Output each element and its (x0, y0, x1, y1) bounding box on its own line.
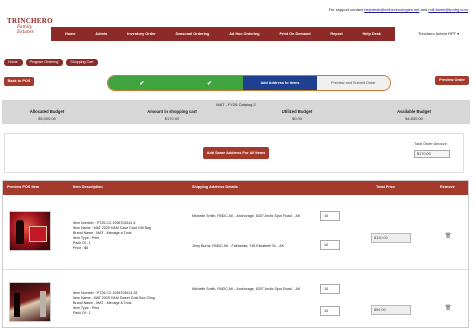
pack-of: Pack Of : 1 (73, 311, 91, 315)
breadcrumb: Home Program Ordering Shopping Cart (4, 59, 99, 66)
nav-report[interactable]: Report (330, 32, 342, 36)
quantity-input[interactable]: 10 (320, 240, 340, 250)
same-address-button[interactable]: Add Same Address For All Items (203, 147, 269, 159)
available-budget-value: $4,830.00 (405, 116, 423, 121)
available-budget: Available Budget $4,830.00 (369, 109, 459, 121)
checkout-stepper: ✔ ✔ Add Address to Items Preview and Sub… (107, 75, 391, 91)
breadcrumb-shopping-cart[interactable]: Shopping Cart (66, 59, 99, 66)
gift-box-image (29, 226, 47, 242)
header-description: Item Description (73, 185, 103, 189)
cart-table: Preview POS Item Item Description Shippi… (2, 180, 469, 328)
bottle-image (40, 291, 46, 317)
total-order-field: $170.00 (414, 150, 450, 158)
support-contact: For support contact helpdesk@ecihecknolo… (0, 7, 468, 12)
trash-icon[interactable]: 🗑 (445, 305, 451, 311)
item-description: Item Number : PT26-C2-1098704514 6 Item … (73, 221, 151, 251)
step-preview-submit: Preview and Submit Order (316, 76, 390, 90)
bottle-image (14, 293, 20, 317)
chevron-down-icon: ▾ (457, 31, 460, 36)
row-divider (3, 269, 468, 270)
item-description: Item Number : PT26-C2-1098704514 28 Item… (73, 291, 155, 316)
logo-tagline: Family Estates (17, 25, 34, 35)
total-price-field: $120.00 (371, 233, 411, 243)
header-remove: Remove (440, 185, 455, 189)
nav-admin[interactable]: Admin (95, 32, 107, 36)
support-email-link-1[interactable]: helpdesk@ecihecknologies.net (364, 7, 419, 12)
product-image[interactable] (9, 211, 51, 251)
company-logo[interactable]: TRINCHERO Family Estates (7, 17, 53, 35)
product-image[interactable] (9, 282, 51, 322)
utilized-budget: Utilized Budget $0.00 (252, 109, 342, 121)
bottle-image (16, 220, 24, 244)
table-row: Item Number : PT26-C2-1098704514 28 Item… (7, 276, 465, 327)
cart-amount: Amount in shopping cart $170.00 (127, 109, 217, 121)
shipping-address: Jerry Burns, RNDC AK - Fairbanks, 745 El… (192, 244, 285, 248)
nav-print-on-demand[interactable]: Print On Demand (280, 32, 311, 36)
main-nav: Home Admin Inventory Order Seasonal Orde… (51, 27, 395, 41)
step-1-complete: ✔ (108, 76, 176, 90)
step-add-address: Add Address to Items (243, 76, 317, 90)
quantity-input[interactable]: 10 (320, 284, 340, 294)
total-price-field: $50.00 (371, 305, 411, 315)
catalog-title: MAT - FY26 Catalog 2 (216, 102, 256, 107)
allocated-budget-value: $5,000.00 (38, 116, 56, 121)
quantity-input[interactable]: 10 (320, 211, 340, 221)
header-total-price: Total Price (376, 185, 396, 189)
nav-help-desk[interactable]: Help Desk (363, 32, 381, 36)
header-shipping: Shipping Address Details (192, 185, 238, 189)
breadcrumb-home[interactable]: Home (4, 59, 23, 66)
table-header: Preview POS Item Item Description Shippi… (3, 181, 468, 195)
utilized-budget-label: Utilized Budget (281, 109, 313, 114)
user-name: Trinchero Admin RPT (418, 31, 457, 36)
total-order-label: Total Order Amount (414, 142, 447, 146)
budget-summary: MAT - FY26 Catalog 2 Allocated Budget $5… (2, 100, 470, 124)
support-email-link-2[interactable]: mill.flame@tpnbg.com (428, 7, 468, 12)
support-prefix: For support contact (328, 7, 364, 12)
available-budget-label: Available Budget (397, 109, 431, 114)
quantity-input[interactable]: 10 (320, 306, 340, 316)
header-preview: Preview POS Item (7, 185, 40, 189)
allocated-budget-label: Allocated Budget (29, 109, 65, 114)
trash-icon[interactable]: 🗑 (445, 233, 451, 239)
step-2-complete: ✔ (175, 76, 244, 90)
shipping-address: Michelle Smith, RNDC AK - Anchorage, 630… (192, 214, 301, 218)
allocated-budget: Allocated Budget $5,000.00 (2, 109, 92, 121)
utilized-budget-value: $0.00 (291, 116, 302, 121)
preview-order-button[interactable]: Preview Order (435, 76, 469, 85)
cart-amount-label: Amount in shopping cart (147, 109, 197, 114)
nav-home[interactable]: Home (65, 32, 76, 36)
user-menu[interactable]: Trinchero Admin RPT ▾ (418, 31, 459, 36)
item-price: Price : $6 (73, 246, 89, 250)
back-to-pos-button[interactable]: Back to POS (4, 77, 34, 86)
breadcrumb-program-ordering[interactable]: Program Ordering (25, 59, 64, 66)
nav-ad-hoc-ordering[interactable]: Ad Hoc Ordering (229, 32, 259, 36)
nav-seasonal-ordering[interactable]: Seasonal Ordering (176, 32, 210, 36)
cart-amount-value: $170.00 (164, 116, 180, 121)
logo-wordmark: TRINCHERO (7, 17, 53, 25)
support-and: and (420, 7, 428, 12)
shipping-address: Michelle Smith, RNDC AK - Anchorage, 630… (192, 287, 301, 291)
table-row: Item Number : PT26-C2-1098704514 6 Item … (7, 205, 465, 275)
nav-inventory-order[interactable]: Inventory Order (127, 32, 155, 36)
